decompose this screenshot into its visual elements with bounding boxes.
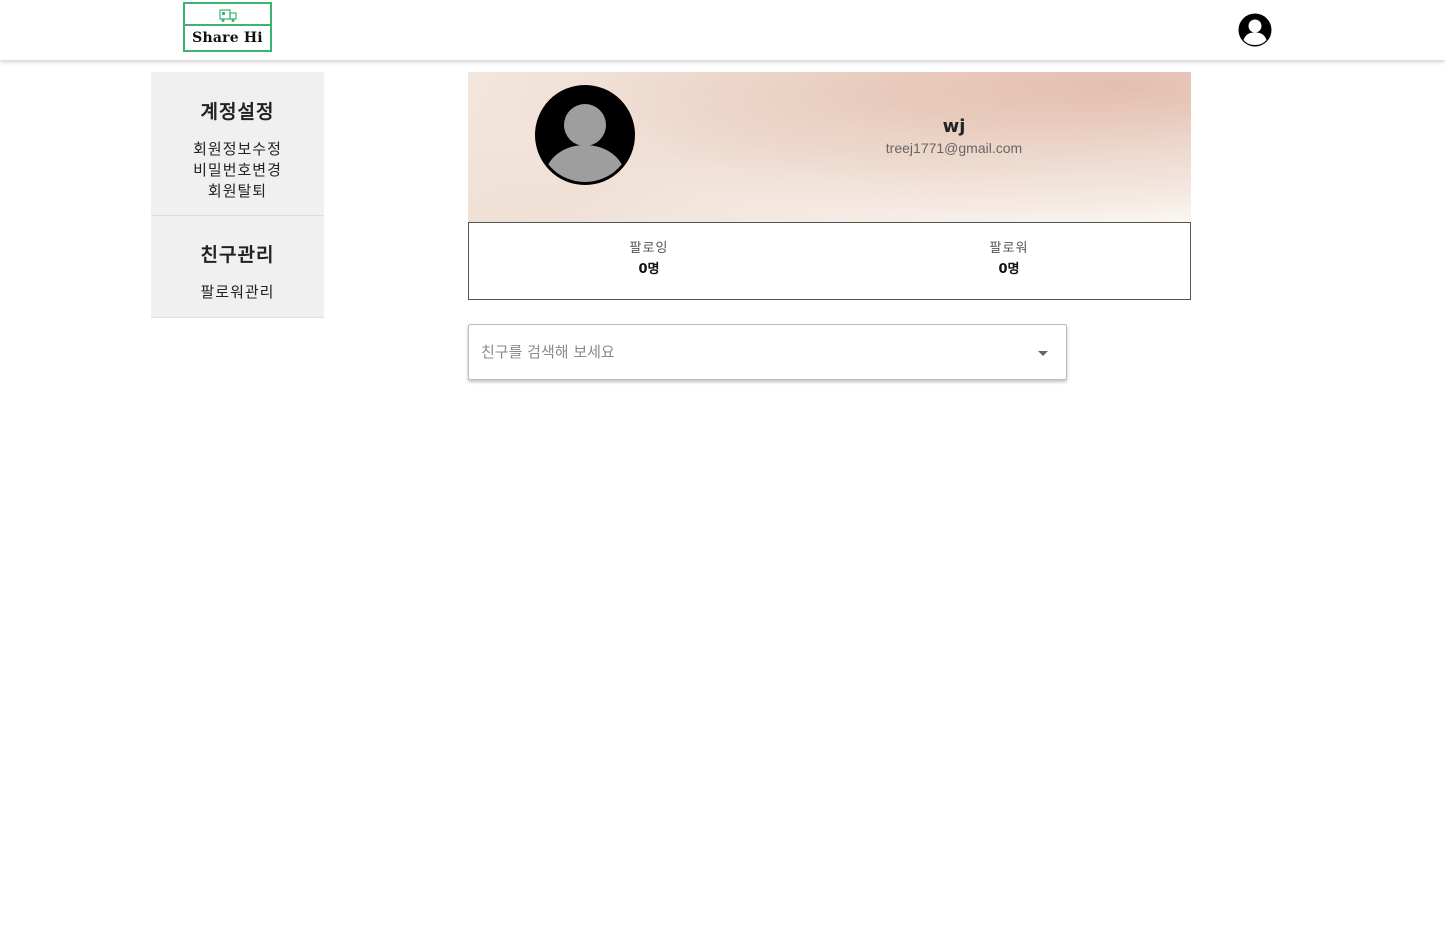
top-header: Share Hi [0, 0, 1445, 60]
follower-label: 팔로워 [989, 241, 1029, 256]
friend-search-input[interactable] [481, 339, 1021, 365]
following-count: 0명 [638, 262, 660, 277]
follower-stat[interactable]: 팔로워 0명 [909, 240, 1109, 280]
follow-stats-panel: 팔로잉 0명 팔로워 0명 [468, 222, 1191, 300]
logo-divider [185, 24, 270, 26]
account-settings-title: 계정설정 [200, 101, 275, 123]
friend-search-box [468, 324, 1067, 380]
account-button[interactable] [1238, 13, 1272, 47]
app-logo[interactable]: Share Hi [183, 2, 272, 52]
following-stat[interactable]: 팔로잉 0명 [549, 240, 749, 280]
truck-icon [219, 9, 237, 22]
change-password-link[interactable]: 비밀번호변경 [151, 160, 324, 181]
profile-username: wj [942, 116, 966, 137]
manage-followers-link[interactable]: 팔로워관리 [151, 282, 324, 303]
friends-management-section: 친구관리 팔로워관리 [151, 216, 324, 318]
logo-text: Share Hi [192, 30, 263, 46]
settings-sidebar: 계정설정 회원정보수정 비밀번호변경 회원탈퇴 친구관리 팔로워관리 [151, 72, 324, 318]
profile-email: treej1771@gmail.com [885, 140, 1023, 156]
friends-management-title: 친구관리 [200, 244, 275, 266]
follower-count: 0명 [998, 262, 1020, 277]
account-settings-section: 계정설정 회원정보수정 비밀번호변경 회원탈퇴 [151, 72, 324, 216]
profile-banner: wj treej1771@gmail.com [468, 72, 1191, 222]
delete-account-link[interactable]: 회원탈퇴 [151, 181, 324, 202]
following-label: 팔로잉 [629, 241, 669, 256]
default-avatar-icon [535, 85, 635, 185]
caret-down-icon[interactable] [1035, 347, 1051, 359]
edit-profile-link[interactable]: 회원정보수정 [151, 139, 324, 160]
account-circle-icon [1238, 13, 1272, 47]
